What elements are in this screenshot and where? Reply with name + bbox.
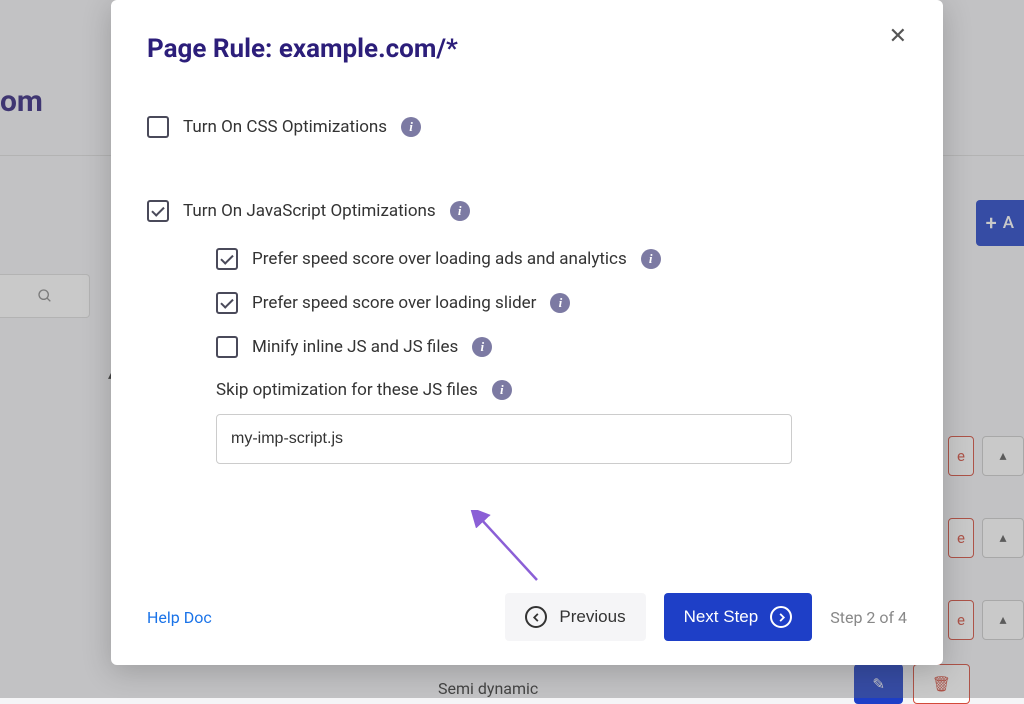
- css-opt-checkbox[interactable]: [147, 116, 169, 138]
- step-counter: Step 2 of 4: [830, 608, 907, 627]
- previous-button[interactable]: Previous: [505, 593, 645, 641]
- previous-label: Previous: [559, 607, 625, 627]
- minify-checkbox[interactable]: [216, 336, 238, 358]
- help-doc-link[interactable]: Help Doc: [147, 608, 212, 627]
- info-icon[interactable]: i: [492, 380, 512, 400]
- modal-title: Page Rule: example.com/*: [147, 34, 458, 64]
- skip-label: Skip optimization for these JS files: [216, 380, 478, 400]
- next-label: Next Step: [684, 607, 759, 627]
- skip-files-input[interactable]: [216, 414, 792, 464]
- next-step-button[interactable]: Next Step: [664, 593, 813, 641]
- speed-slider-checkbox[interactable]: [216, 292, 238, 314]
- css-opt-label: Turn On CSS Optimizations: [183, 117, 387, 137]
- info-icon[interactable]: i: [641, 249, 661, 269]
- js-opt-checkbox[interactable]: [147, 200, 169, 222]
- speed-slider-label: Prefer speed score over loading slider: [252, 293, 536, 313]
- close-icon[interactable]: ✕: [889, 26, 907, 48]
- page-rule-modal: Page Rule: example.com/* ✕ Turn On CSS O…: [111, 0, 943, 665]
- js-opt-label: Turn On JavaScript Optimizations: [183, 201, 436, 221]
- minify-label: Minify inline JS and JS files: [252, 337, 458, 357]
- info-icon[interactable]: i: [401, 117, 421, 137]
- speed-ads-label: Prefer speed score over loading ads and …: [252, 249, 627, 269]
- info-icon[interactable]: i: [550, 293, 570, 313]
- speed-ads-checkbox[interactable]: [216, 248, 238, 270]
- chevron-right-icon: [770, 606, 792, 628]
- info-icon[interactable]: i: [450, 201, 470, 221]
- info-icon[interactable]: i: [472, 337, 492, 357]
- chevron-left-icon: [525, 606, 547, 628]
